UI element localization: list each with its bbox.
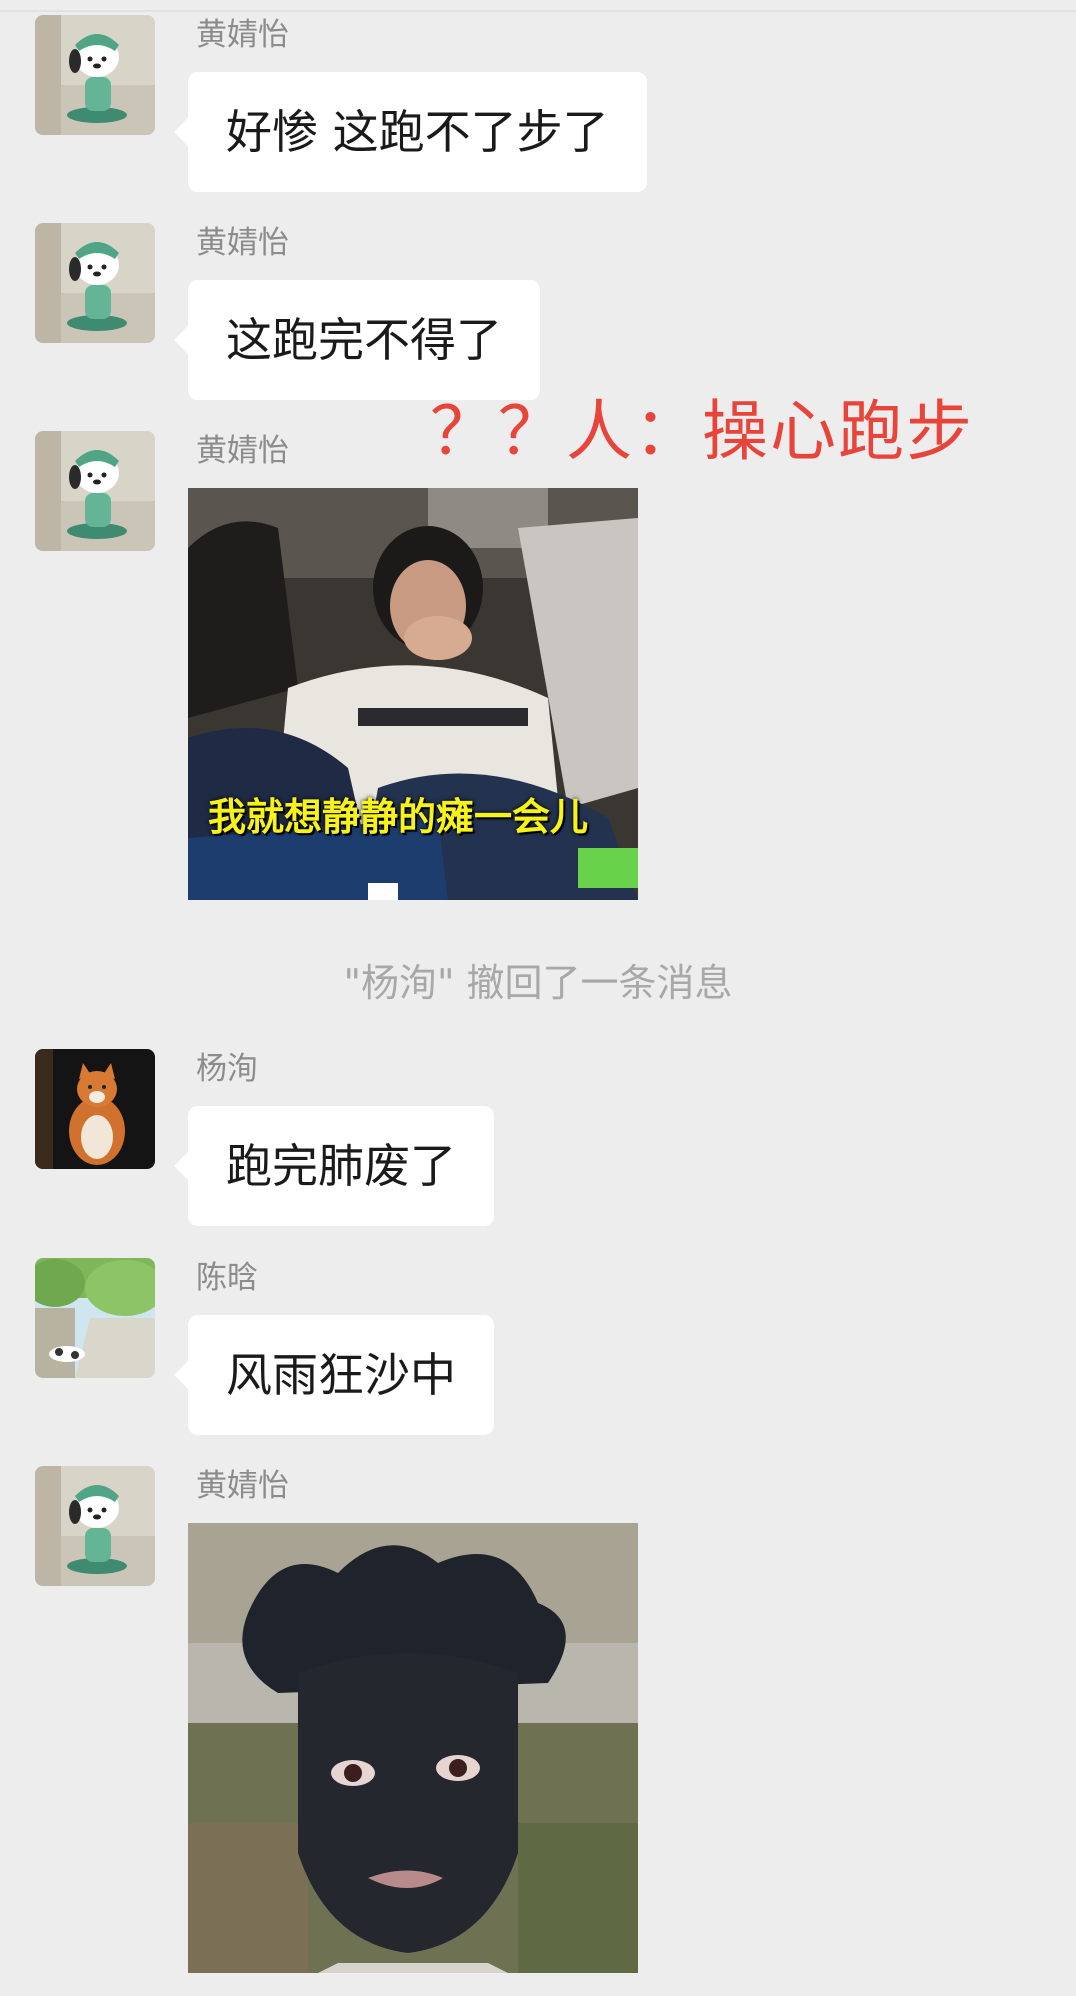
message-bubble[interactable]: 跑完肺废了 [174, 1106, 494, 1226]
sender-name: 黄婧怡 [196, 225, 289, 261]
message-bubble[interactable]: 这跑完不得了 [174, 280, 540, 400]
meme-image-wild-hair[interactable] [188, 1523, 638, 1973]
pochacco-avatar-icon [35, 1466, 155, 1586]
sender-name: 黄婧怡 [196, 1468, 289, 1504]
landscape-avatar-icon [35, 1258, 155, 1378]
avatar-pochacco[interactable] [35, 1466, 155, 1586]
pochacco-avatar-icon [35, 15, 155, 135]
avatar-pochacco[interactable] [35, 223, 155, 343]
top-divider [0, 10, 1076, 12]
avatar-pochacco[interactable] [35, 431, 155, 551]
sender-name: 杨洵 [196, 1051, 258, 1087]
pochacco-avatar-icon [35, 223, 155, 343]
avatar-landscape[interactable] [35, 1258, 155, 1378]
avatar-cat[interactable] [35, 1049, 155, 1169]
recall-notice: "杨洵" 撤回了一条消息 [343, 961, 733, 1005]
meme-caption: 我就想静静的瘫一会儿 [208, 795, 589, 839]
message-bubble[interactable]: 好惨 这跑不了步了 [174, 72, 647, 192]
sender-name: 陈晗 [196, 1260, 258, 1296]
meme-image-resting[interactable]: 我就想静静的瘫一会儿 [188, 488, 638, 900]
meme-photo-dark-face [188, 1523, 638, 1973]
pochacco-avatar-icon [35, 431, 155, 551]
sender-name: 黄婧怡 [196, 17, 289, 53]
message-bubble[interactable]: 风雨狂沙中 [174, 1315, 494, 1435]
red-annotation-text: ？？人：操心跑步 [430, 393, 974, 470]
cat-avatar-icon [35, 1049, 155, 1169]
avatar-pochacco[interactable] [35, 15, 155, 135]
sender-name: 黄婧怡 [196, 433, 289, 469]
